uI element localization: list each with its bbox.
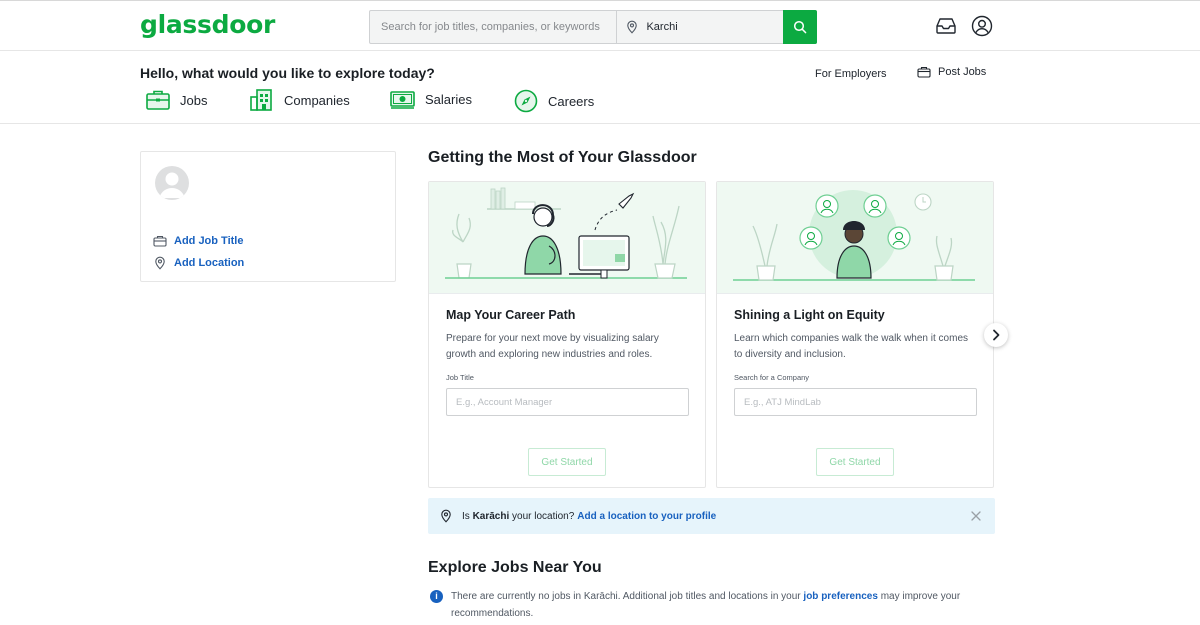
inbox-icon: [936, 18, 956, 34]
company-search-input[interactable]: [734, 388, 977, 416]
search-bar: [369, 10, 817, 44]
default-avatar-icon: [159, 172, 185, 198]
job-title-field-label: Job Title: [446, 373, 474, 382]
location-pin-icon: [627, 20, 638, 34]
explore-jobs-heading: Explore Jobs Near You: [428, 559, 602, 576]
post-jobs-link[interactable]: Post Jobs: [917, 66, 986, 78]
card-title: Map Your Career Path: [446, 308, 576, 322]
post-jobs-icon: [917, 66, 931, 78]
no-jobs-message: i There are currently no jobs in Karāchi…: [430, 588, 990, 622]
search-icon: [793, 20, 807, 34]
nav-salaries[interactable]: Salaries: [390, 89, 472, 109]
equity-card: Shining a Light on Equity Learn which co…: [716, 181, 994, 488]
get-started-button[interactable]: Get Started: [528, 448, 606, 476]
job-title-input[interactable]: [446, 388, 689, 416]
add-location-profile-link[interactable]: Add a location to your profile: [577, 511, 716, 522]
banner-city: Karāchi: [472, 510, 510, 522]
location-input[interactable]: [646, 21, 777, 33]
location-search: [617, 11, 783, 43]
banner-prefix: Is: [462, 510, 470, 522]
avatar[interactable]: [155, 166, 189, 200]
nav-careers-label: Careers: [548, 93, 595, 109]
location-prompt-banner: Is Karāchi your location? Add a location…: [428, 498, 995, 534]
nav-salaries-label: Salaries: [425, 91, 472, 107]
diversity-people-illustration: [733, 190, 975, 281]
banner-question: your location?: [512, 510, 575, 522]
nav-companies-label: Companies: [284, 92, 350, 108]
money-icon: [390, 91, 415, 109]
post-jobs-label: Post Jobs: [938, 66, 987, 78]
greeting-heading: Hello, what would you like to explore to…: [140, 65, 435, 81]
add-location-label: Add Location: [174, 257, 245, 269]
company-field-label: Search for a Company: [734, 373, 810, 382]
for-employers-link[interactable]: For Employers: [815, 68, 887, 80]
no-jobs-text-start: There are currently no jobs in Karāchi. …: [451, 591, 801, 602]
nav-companies[interactable]: Companies: [249, 89, 350, 111]
briefcase-icon: [146, 90, 170, 110]
close-icon[interactable]: [969, 509, 983, 523]
profile-card: Add Job Title Add Location: [140, 151, 396, 282]
top-bar: glassdoor: [0, 0, 1200, 51]
add-job-title-label: Add Job Title: [174, 235, 244, 247]
keyword-search-input[interactable]: [370, 11, 618, 43]
no-jobs-text: There are currently no jobs in Karāchi. …: [451, 588, 990, 622]
card-description: Learn which companies walk the walk when…: [734, 333, 968, 360]
sub-navigation: Hello, what would you like to explore to…: [0, 51, 1200, 124]
building-icon: [250, 89, 272, 111]
card-title: Shining a Light on Equity: [734, 308, 885, 322]
add-job-title-link[interactable]: Add Job Title: [153, 235, 243, 247]
card-description: Prepare for your next move by visualizin…: [446, 333, 659, 360]
location-pin-icon: [441, 509, 451, 523]
nav-jobs-label: Jobs: [180, 92, 208, 108]
info-icon: i: [430, 590, 443, 603]
add-location-link[interactable]: Add Location: [153, 256, 244, 270]
location-pin-icon: [155, 256, 165, 270]
woman-at-desk-illustration: [445, 187, 687, 279]
user-account-icon: [971, 15, 993, 37]
compass-icon: [514, 89, 538, 113]
career-path-card: Map Your Career Path Prepare for your ne…: [428, 181, 706, 488]
job-preferences-link[interactable]: job preferences: [803, 591, 877, 602]
nav-jobs[interactable]: Jobs: [146, 89, 207, 111]
account-button[interactable]: [970, 15, 994, 37]
glassdoor-logo[interactable]: glassdoor: [140, 10, 275, 39]
chevron-right-icon: [993, 329, 1000, 341]
career-path-illustration: [429, 182, 705, 294]
equity-illustration: [717, 182, 993, 294]
get-started-button[interactable]: Get Started: [816, 448, 894, 476]
inbox-button[interactable]: [934, 15, 958, 37]
briefcase-icon: [153, 235, 167, 247]
carousel-next-button[interactable]: [984, 323, 1008, 347]
search-button[interactable]: [783, 10, 817, 44]
nav-careers[interactable]: Careers: [514, 89, 594, 113]
section-title: Getting the Most of Your Glassdoor: [428, 149, 697, 166]
